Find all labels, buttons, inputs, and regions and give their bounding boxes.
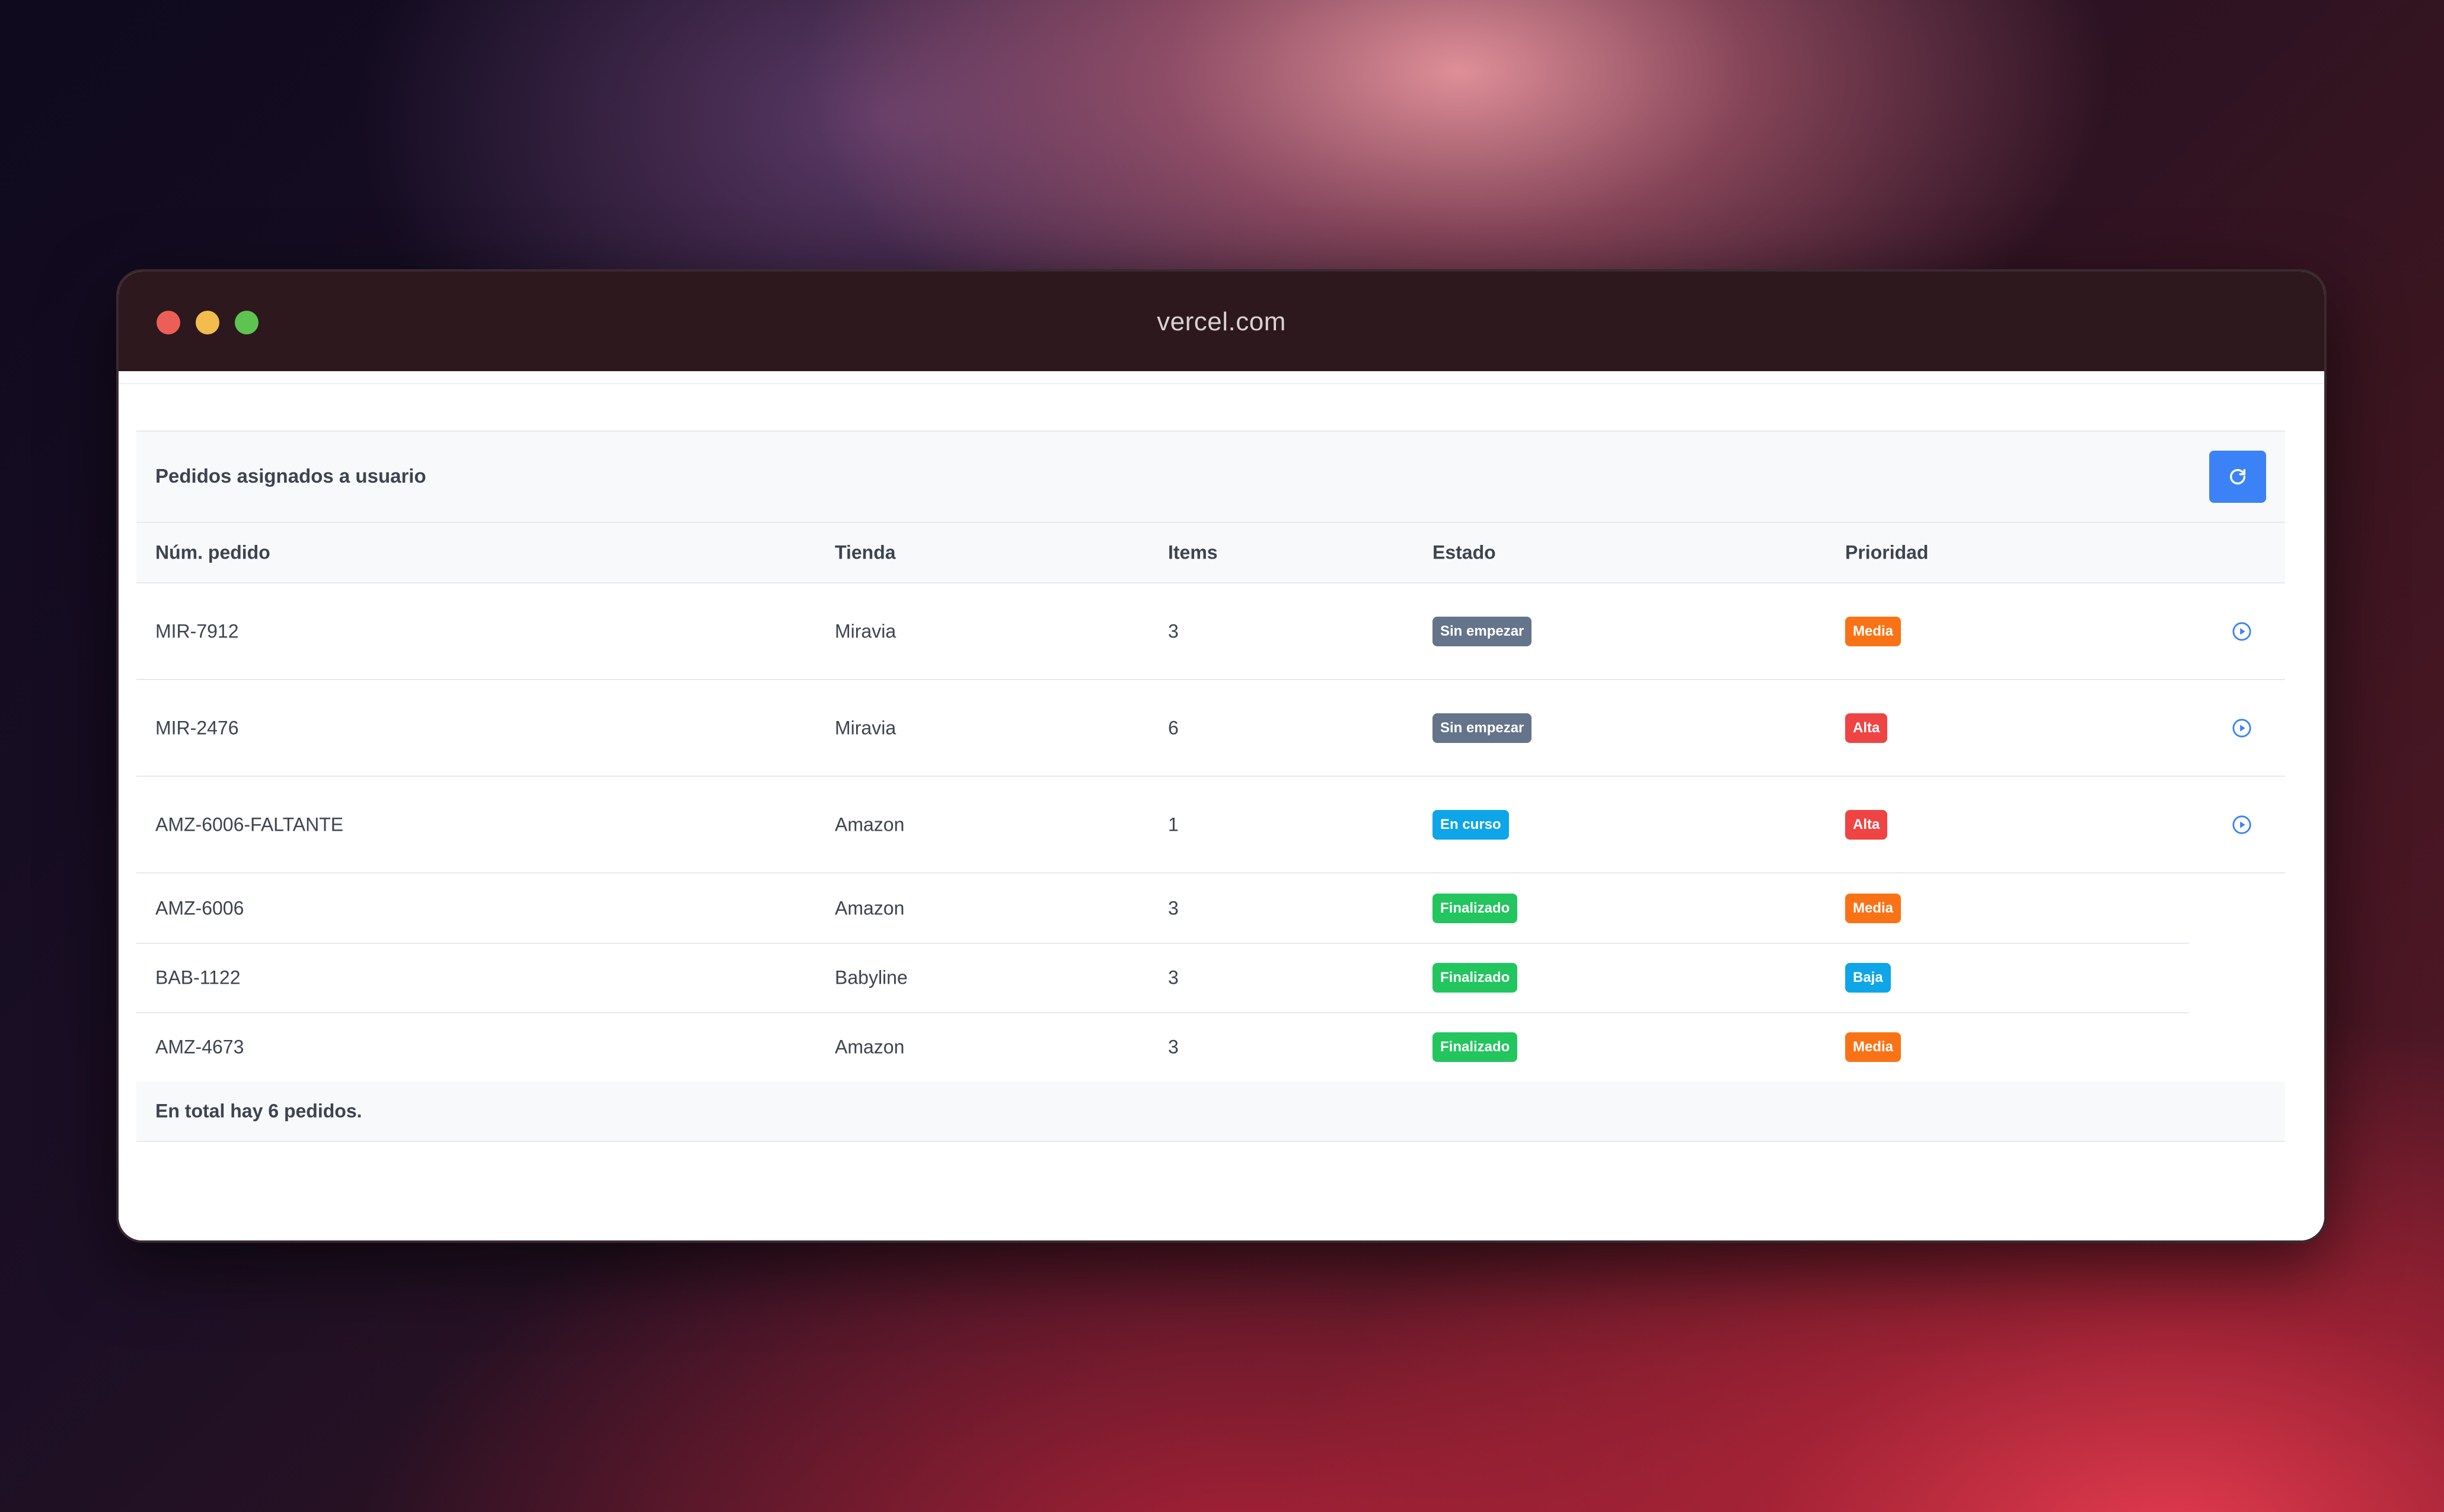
items-count: 1 (1168, 814, 1179, 835)
column-header-items[interactable]: Items (1168, 542, 1218, 564)
priority-cell: Media (1845, 893, 1901, 923)
items-count: 3 (1168, 966, 1179, 988)
table-footer: En total hay 6 pedidos. (136, 1082, 2285, 1142)
table-body: MIR-7912 Miravia 3 Sin empezar Media MIR-2476… (136, 583, 2285, 1083)
order-number: MIR-2476 (155, 717, 239, 738)
column-header-priority[interactable]: Prioridad (1845, 542, 1928, 564)
column-header-order[interactable]: Núm. pedido (155, 542, 270, 564)
table-row[interactable]: AMZ-6006 Amazon 3 Finalizado Media (136, 873, 2285, 944)
order-number: MIR-7912 (155, 620, 239, 642)
column-header-store[interactable]: Tienda (835, 542, 896, 564)
order-number: BAB-1122 (155, 966, 241, 988)
items-count: 3 (1168, 897, 1179, 918)
url-label[interactable]: vercel.com (119, 307, 2324, 337)
status-cell: Sin empezar (1432, 713, 1532, 743)
table-header-row: Núm. pedido Tienda Items Estado Priorida… (136, 523, 2285, 583)
browser-window: vercel.com Pedidos asignados a usuario N… (116, 269, 2327, 1243)
orders-panel: Pedidos asignados a usuario Núm. pedido … (136, 430, 2285, 1142)
panel-title: Pedidos asignados a usuario (155, 465, 426, 487)
order-number: AMZ-6006-FALTANTE (155, 814, 344, 835)
items-count: 3 (1168, 620, 1179, 642)
priority-badge: Media (1845, 893, 1901, 923)
status-cell: Sin empezar (1432, 616, 1532, 646)
priority-cell: Alta (1845, 713, 1888, 743)
page-content: Pedidos asignados a usuario Núm. pedido … (119, 371, 2324, 1240)
divider (119, 383, 2324, 384)
status-cell: Finalizado (1432, 893, 1518, 923)
status-badge: Finalizado (1432, 962, 1518, 993)
status-cell: Finalizado (1432, 962, 1518, 993)
priority-badge: Media (1845, 616, 1901, 646)
status-badge: Finalizado (1432, 893, 1518, 923)
play-circle-icon[interactable] (2232, 718, 2252, 738)
store-name: Amazon (835, 814, 905, 835)
table-row[interactable]: MIR-7912 Miravia 3 Sin empezar Media (136, 583, 2285, 680)
order-number: AMZ-4673 (155, 1036, 244, 1057)
play-circle-icon[interactable] (2232, 815, 2252, 835)
priority-badge: Media (1845, 1032, 1901, 1062)
orders-total-text: En total hay 6 pedidos. (155, 1100, 362, 1122)
play-circle-icon[interactable] (2232, 621, 2252, 642)
priority-badge: Alta (1845, 713, 1888, 743)
priority-cell: Alta (1845, 809, 1888, 840)
status-cell: Finalizado (1432, 1032, 1518, 1062)
refresh-icon (2229, 468, 2246, 484)
table-row[interactable]: BAB-1122 Babyline 3 Finalizado Baja (136, 943, 2285, 1013)
table-row[interactable]: AMZ-6006-FALTANTE Amazon 1 En curso Alta (136, 777, 2285, 873)
items-count: 3 (1168, 1036, 1179, 1057)
status-badge: En curso (1432, 809, 1509, 840)
store-name: Miravia (835, 717, 896, 738)
store-name: Miravia (835, 620, 896, 642)
status-badge: Sin empezar (1432, 713, 1532, 743)
column-header-status[interactable]: Estado (1432, 542, 1496, 564)
priority-cell: Baja (1845, 962, 1891, 993)
store-name: Babyline (835, 966, 908, 988)
store-name: Amazon (835, 1036, 905, 1057)
items-count: 6 (1168, 717, 1179, 738)
priority-badge: Alta (1845, 809, 1888, 840)
table-row[interactable]: AMZ-4673 Amazon 3 Finalizado Media (136, 1012, 2285, 1083)
order-number: AMZ-6006 (155, 897, 244, 918)
priority-badge: Baja (1845, 962, 1891, 993)
title-bar: vercel.com (119, 272, 2324, 371)
panel-header: Pedidos asignados a usuario (136, 432, 2285, 523)
table-row[interactable]: MIR-2476 Miravia 6 Sin empezar Alta (136, 680, 2285, 777)
store-name: Amazon (835, 897, 905, 918)
status-cell: En curso (1432, 809, 1509, 840)
status-badge: Finalizado (1432, 1032, 1518, 1062)
refresh-button[interactable] (2209, 451, 2266, 503)
priority-cell: Media (1845, 1032, 1901, 1062)
status-badge: Sin empezar (1432, 616, 1532, 646)
priority-cell: Media (1845, 616, 1901, 646)
